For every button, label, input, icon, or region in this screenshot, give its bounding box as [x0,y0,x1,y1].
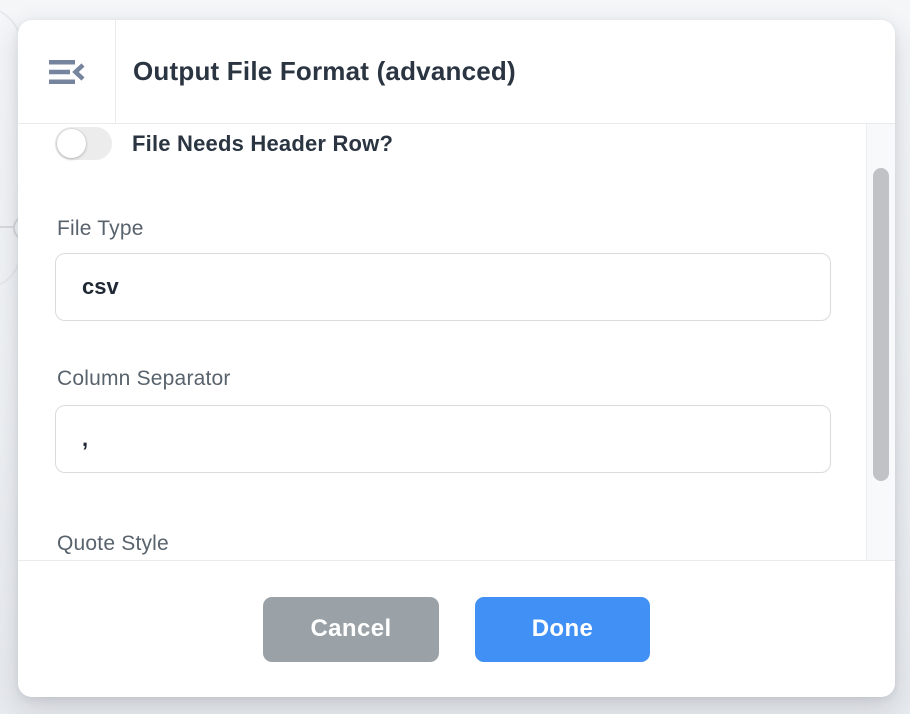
file-type-input[interactable] [55,253,831,321]
output-file-format-modal: Output File Format (advanced) File Needs… [18,20,895,697]
quote-style-label: Quote Style [57,532,169,556]
column-separator-label: Column Separator [57,367,231,391]
header-row-toggle-label: File Needs Header Row? [132,131,393,157]
scrollbar-thumb[interactable] [873,168,889,481]
app-background: Output File Format (advanced) File Needs… [0,0,910,714]
done-button[interactable]: Done [475,597,650,662]
file-type-label: File Type [57,217,144,241]
modal-header: Output File Format (advanced) [18,20,895,124]
scrollbar-track[interactable] [866,124,895,560]
header-row-toggle[interactable] [55,127,112,160]
modal-footer: Cancel Done [18,560,895,697]
column-separator-input[interactable] [55,405,831,473]
modal-title: Output File Format (advanced) [116,20,516,123]
cancel-button[interactable]: Cancel [263,597,439,662]
collapse-panel-icon [48,58,86,86]
collapse-panel-button[interactable] [18,20,116,123]
background-connector-line [0,226,14,228]
toggle-knob [57,129,86,158]
header-row-toggle-row: File Needs Header Row? [55,127,393,160]
modal-body: File Needs Header Row? File Type Column … [18,124,895,560]
